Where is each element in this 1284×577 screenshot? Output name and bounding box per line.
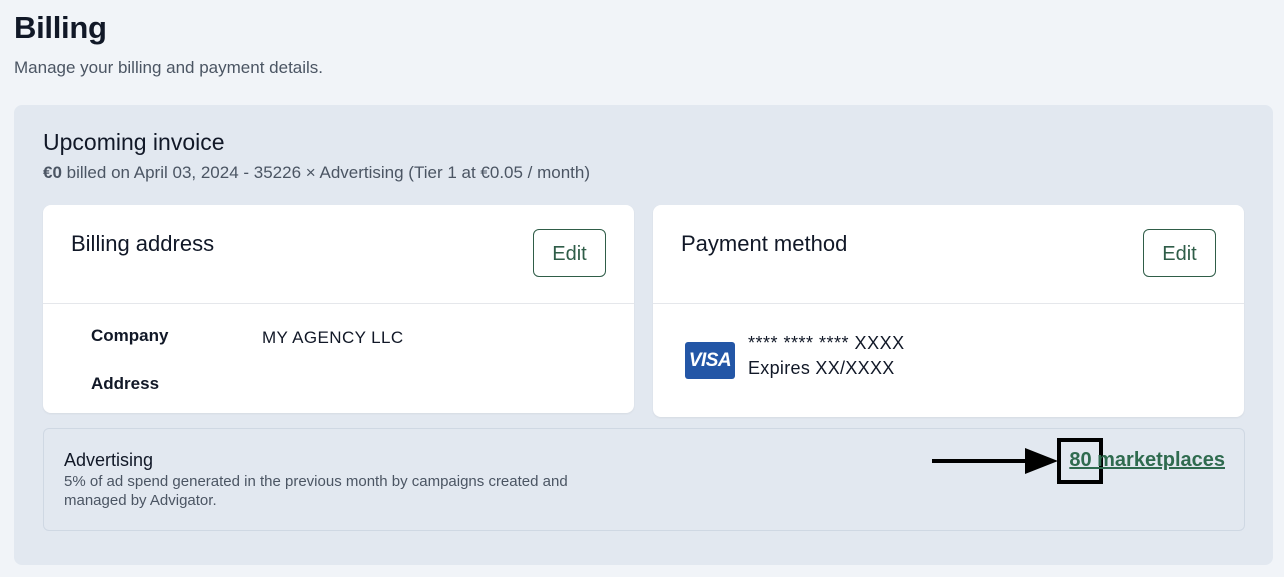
visa-logo-icon: VISA — [685, 342, 735, 379]
advertising-description: 5% of ad spend generated in the previous… — [64, 473, 568, 509]
company-label: Company — [91, 326, 169, 345]
page-title: Billing — [14, 10, 107, 45]
page-subtitle: Manage your billing and payment details. — [14, 58, 324, 77]
payment-method-header: Payment method Edit — [653, 205, 1244, 304]
invoice-summary: €0 billed on April 03, 2024 - 35226 × Ad… — [43, 163, 590, 183]
edit-payment-method-button[interactable]: Edit — [1143, 229, 1216, 277]
card-number: **** **** **** XXXX — [748, 333, 905, 353]
billing-address-title: Billing address — [71, 231, 215, 256]
marketplaces-link[interactable]: 80 marketplaces — [1069, 449, 1225, 472]
edit-billing-address-button[interactable]: Edit — [533, 229, 606, 277]
invoice-detail: billed on April 03, 2024 - 35226 × Adver… — [61, 163, 591, 182]
advertising-plan-box: Advertising 5% of ad spend generated in … — [43, 428, 1245, 531]
company-value: MY AGENCY LLC — [262, 328, 404, 347]
card-expiry: Expires XX/XXXX — [748, 358, 895, 378]
invoice-amount: €0 — [43, 163, 62, 182]
address-label: Address — [91, 374, 160, 393]
payment-method-card: Payment method Edit VISA **** **** **** … — [653, 205, 1244, 417]
right-arrow-icon — [932, 448, 1058, 474]
billing-panel: Upcoming invoice €0 billed on April 03, … — [14, 105, 1273, 565]
upcoming-invoice-title: Upcoming invoice — [43, 129, 225, 155]
payment-method-title: Payment method — [681, 231, 848, 256]
billing-address-card: Billing address Edit Company MY AGENCY L… — [43, 205, 634, 413]
advertising-title: Advertising — [64, 450, 154, 470]
billing-address-header: Billing address Edit — [43, 205, 634, 304]
